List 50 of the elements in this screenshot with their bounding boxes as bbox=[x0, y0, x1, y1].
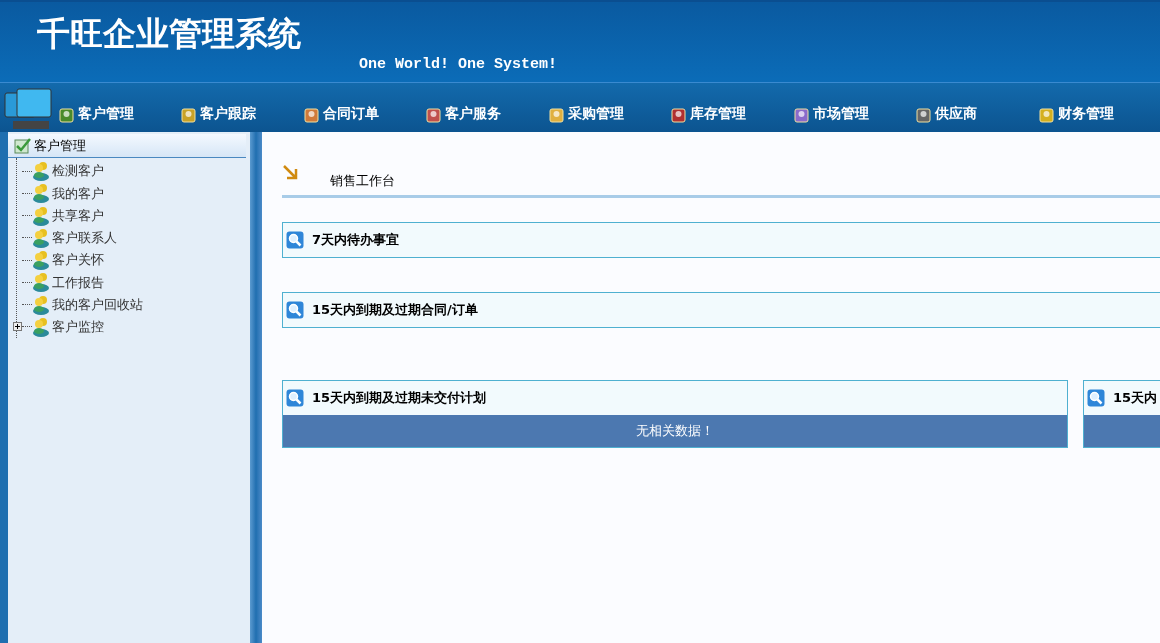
user-group-icon bbox=[32, 272, 50, 293]
search-icon bbox=[1086, 389, 1105, 407]
user-group-icon bbox=[32, 183, 50, 204]
nav-item[interactable]: 库存管理 bbox=[670, 103, 793, 124]
slogan: One World! One System! bbox=[359, 54, 558, 75]
panel-title: 15天内到期及过期未交付计划 bbox=[312, 389, 487, 408]
tree-item[interactable]: 我的客户回收站 bbox=[50, 294, 143, 315]
nav-icon bbox=[915, 106, 934, 124]
nav-item[interactable]: 合同订单 bbox=[302, 103, 426, 124]
nav-item[interactable]: 财务管理 bbox=[1037, 103, 1160, 124]
search-icon bbox=[286, 389, 304, 407]
nav-icon bbox=[792, 106, 811, 124]
user-group-icon bbox=[32, 316, 50, 337]
panel-title: 15天内 bbox=[1112, 389, 1157, 408]
search-icon bbox=[286, 231, 304, 249]
nav-item[interactable]: 供应商 bbox=[915, 103, 1038, 124]
nav-icon bbox=[547, 106, 566, 124]
panel-title: 15天内到期及过期合同/订单 bbox=[312, 301, 478, 320]
nav-icon bbox=[180, 106, 199, 124]
user-group-icon bbox=[32, 250, 50, 271]
tree-item[interactable]: 检测客户 bbox=[50, 161, 104, 181]
search-icon bbox=[286, 301, 304, 319]
user-group-icon bbox=[32, 161, 50, 182]
nav-icon bbox=[302, 106, 321, 124]
empty-message: 无相关数据！ bbox=[635, 422, 714, 441]
user-group-icon bbox=[32, 205, 50, 226]
nav-item[interactable]: 市场管理 bbox=[792, 103, 916, 124]
nav-item[interactable]: 客户跟踪 bbox=[180, 103, 303, 124]
arrow-icon bbox=[282, 164, 300, 182]
nav-icon bbox=[1037, 106, 1056, 124]
nav-icon bbox=[425, 106, 444, 124]
tree-item[interactable]: 客户监控 bbox=[50, 317, 104, 337]
checkbox-icon bbox=[14, 136, 32, 155]
tree-item[interactable]: 工作报告 bbox=[50, 272, 104, 293]
tree-item[interactable]: 客户关怀 bbox=[50, 250, 104, 270]
nav-icon bbox=[58, 106, 76, 124]
sidebar-title: 客户管理 bbox=[34, 136, 86, 155]
nav-icon bbox=[670, 106, 689, 124]
nav-item[interactable]: 客户服务 bbox=[425, 103, 548, 124]
user-group-icon bbox=[32, 227, 50, 248]
workspace-title: 销售工作台 bbox=[330, 171, 395, 190]
tree-item[interactable]: 客户联系人 bbox=[50, 228, 117, 248]
app-title: 千旺企业管理系统 bbox=[37, 14, 301, 54]
tree-item[interactable]: 我的客户 bbox=[50, 183, 104, 204]
user-group-icon bbox=[32, 294, 50, 315]
expand-icon[interactable] bbox=[13, 322, 22, 332]
tree-item[interactable]: 共享客户 bbox=[50, 205, 104, 226]
nav-item[interactable]: 客户管理 bbox=[58, 103, 181, 124]
panel-title: 7天内待办事宜 bbox=[312, 231, 400, 250]
nav-item[interactable]: 采购管理 bbox=[547, 103, 671, 124]
